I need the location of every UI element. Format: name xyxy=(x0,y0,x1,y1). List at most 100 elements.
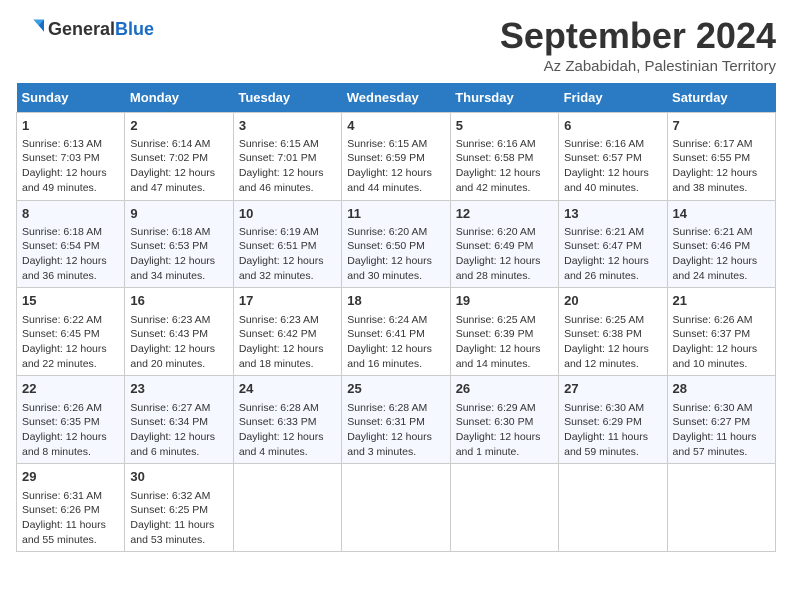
calendar-cell xyxy=(342,464,450,552)
col-header-sunday: Sunday xyxy=(17,83,125,113)
day-info: Sunrise: 6:16 AM Sunset: 6:58 PM Dayligh… xyxy=(456,137,553,196)
day-number: 8 xyxy=(22,205,119,223)
calendar-cell: 13 Sunrise: 6:21 AM Sunset: 6:47 PM Dayli… xyxy=(559,200,667,288)
generalblue-logo-icon xyxy=(16,16,44,44)
calendar-cell: 25 Sunrise: 6:28 AM Sunset: 6:31 PM Dayli… xyxy=(342,376,450,464)
day-number: 17 xyxy=(239,292,336,310)
day-info: Sunrise: 6:17 AM Sunset: 6:55 PM Dayligh… xyxy=(673,137,770,196)
day-info: Sunrise: 6:30 AM Sunset: 6:27 PM Dayligh… xyxy=(673,401,770,460)
day-info: Sunrise: 6:28 AM Sunset: 6:33 PM Dayligh… xyxy=(239,401,336,460)
calendar-cell: 24Sunrise: 6:28 AM Sunset: 6:33 PM Dayli… xyxy=(233,376,341,464)
day-number: 22 xyxy=(22,380,119,398)
calendar-cell xyxy=(667,464,775,552)
calendar-cell: 18 Sunrise: 6:24 AM Sunset: 6:41 PM Dayli… xyxy=(342,288,450,376)
day-number: 30 xyxy=(130,468,227,486)
calendar-cell: 21Sunrise: 6:26 AM Sunset: 6:37 PM Dayli… xyxy=(667,288,775,376)
logo-general: General xyxy=(48,19,115,39)
day-number: 25 xyxy=(347,380,444,398)
calendar-cell: 4 Sunrise: 6:15 AM Sunset: 6:59 PM Daylig… xyxy=(342,112,450,200)
day-info: Sunrise: 6:20 AM Sunset: 6:49 PM Dayligh… xyxy=(456,225,553,284)
col-header-friday: Friday xyxy=(559,83,667,113)
day-number: 13 xyxy=(564,205,661,223)
day-info: Sunrise: 6:19 AM Sunset: 6:51 PM Dayligh… xyxy=(239,225,336,284)
day-info: Sunrise: 6:14 AM Sunset: 7:02 PM Dayligh… xyxy=(130,137,227,196)
day-info: Sunrise: 6:16 AM Sunset: 6:57 PM Dayligh… xyxy=(564,137,661,196)
calendar-cell: 27 Sunrise: 6:30 AM Sunset: 6:29 PM Dayli… xyxy=(559,376,667,464)
day-info: Sunrise: 6:21 AM Sunset: 6:47 PM Dayligh… xyxy=(564,225,661,284)
day-number: 6 xyxy=(564,117,661,135)
day-info: Sunrise: 6:30 AM Sunset: 6:29 PM Dayligh… xyxy=(564,401,661,460)
day-info: Sunrise: 6:23 AM Sunset: 6:42 PM Dayligh… xyxy=(239,313,336,372)
day-info: Sunrise: 6:27 AM Sunset: 6:34 PM Dayligh… xyxy=(130,401,227,460)
day-number: 3 xyxy=(239,117,336,135)
day-info: Sunrise: 6:18 AM Sunset: 6:54 PM Dayligh… xyxy=(22,225,119,284)
day-number: 9 xyxy=(130,205,227,223)
day-number: 21 xyxy=(673,292,770,310)
calendar-cell: 22Sunrise: 6:26 AM Sunset: 6:35 PM Dayli… xyxy=(17,376,125,464)
day-info: Sunrise: 6:18 AM Sunset: 6:53 PM Dayligh… xyxy=(130,225,227,284)
title-area: September 2024 Az Zababidah, Palestinian… xyxy=(500,16,776,75)
day-info: Sunrise: 6:32 AM Sunset: 6:25 PM Dayligh… xyxy=(130,489,227,548)
calendar-cell: 10 Sunrise: 6:19 AM Sunset: 6:51 PM Dayli… xyxy=(233,200,341,288)
day-number: 15 xyxy=(22,292,119,310)
calendar-cell xyxy=(559,464,667,552)
col-header-thursday: Thursday xyxy=(450,83,558,113)
calendar-cell: 17 Sunrise: 6:23 AM Sunset: 6:42 PM Dayli… xyxy=(233,288,341,376)
day-number: 27 xyxy=(564,380,661,398)
day-number: 19 xyxy=(456,292,553,310)
day-number: 28 xyxy=(673,380,770,398)
logo: GeneralBlue xyxy=(16,16,154,44)
day-info: Sunrise: 6:23 AM Sunset: 6:43 PM Dayligh… xyxy=(130,313,227,372)
day-number: 14 xyxy=(673,205,770,223)
calendar-cell: 19 Sunrise: 6:25 AM Sunset: 6:39 PM Dayli… xyxy=(450,288,558,376)
day-info: Sunrise: 6:15 AM Sunset: 7:01 PM Dayligh… xyxy=(239,137,336,196)
calendar-cell: 2Sunrise: 6:14 AM Sunset: 7:02 PM Daylig… xyxy=(125,112,233,200)
calendar-cell: 9 Sunrise: 6:18 AM Sunset: 6:53 PM Daylig… xyxy=(125,200,233,288)
calendar-cell: 12 Sunrise: 6:20 AM Sunset: 6:49 PM Dayli… xyxy=(450,200,558,288)
day-info: Sunrise: 6:25 AM Sunset: 6:39 PM Dayligh… xyxy=(456,313,553,372)
calendar-cell: 20Sunrise: 6:25 AM Sunset: 6:38 PM Dayli… xyxy=(559,288,667,376)
day-number: 10 xyxy=(239,205,336,223)
calendar-table: SundayMondayTuesdayWednesdayThursdayFrid… xyxy=(16,83,776,553)
day-info: Sunrise: 6:21 AM Sunset: 6:46 PM Dayligh… xyxy=(673,225,770,284)
month-title: September 2024 xyxy=(500,16,776,56)
day-info: Sunrise: 6:25 AM Sunset: 6:38 PM Dayligh… xyxy=(564,313,661,372)
calendar-cell: 23 Sunrise: 6:27 AM Sunset: 6:34 PM Dayli… xyxy=(125,376,233,464)
col-header-tuesday: Tuesday xyxy=(233,83,341,113)
day-info: Sunrise: 6:20 AM Sunset: 6:50 PM Dayligh… xyxy=(347,225,444,284)
day-info: Sunrise: 6:28 AM Sunset: 6:31 PM Dayligh… xyxy=(347,401,444,460)
header: GeneralBlue September 2024 Az Zababidah,… xyxy=(16,16,776,75)
location-subtitle: Az Zababidah, Palestinian Territory xyxy=(500,58,776,75)
day-info: Sunrise: 6:24 AM Sunset: 6:41 PM Dayligh… xyxy=(347,313,444,372)
calendar-cell: 29Sunrise: 6:31 AM Sunset: 6:26 PM Dayli… xyxy=(17,464,125,552)
calendar-cell: 7 Sunrise: 6:17 AM Sunset: 6:55 PM Daylig… xyxy=(667,112,775,200)
calendar-cell: 14 Sunrise: 6:21 AM Sunset: 6:46 PM Dayli… xyxy=(667,200,775,288)
day-number: 18 xyxy=(347,292,444,310)
calendar-cell: 1Sunrise: 6:13 AM Sunset: 7:03 PM Daylig… xyxy=(17,112,125,200)
logo-blue: Blue xyxy=(115,19,154,39)
calendar-cell: 28 Sunrise: 6:30 AM Sunset: 6:27 PM Dayli… xyxy=(667,376,775,464)
logo-text: GeneralBlue xyxy=(48,20,154,40)
calendar-cell: 16Sunrise: 6:23 AM Sunset: 6:43 PM Dayli… xyxy=(125,288,233,376)
col-header-wednesday: Wednesday xyxy=(342,83,450,113)
day-number: 5 xyxy=(456,117,553,135)
day-number: 12 xyxy=(456,205,553,223)
day-number: 7 xyxy=(673,117,770,135)
day-number: 23 xyxy=(130,380,227,398)
calendar-cell: 11Sunrise: 6:20 AM Sunset: 6:50 PM Dayli… xyxy=(342,200,450,288)
col-header-monday: Monday xyxy=(125,83,233,113)
calendar-cell xyxy=(233,464,341,552)
day-info: Sunrise: 6:13 AM Sunset: 7:03 PM Dayligh… xyxy=(22,137,119,196)
day-info: Sunrise: 6:22 AM Sunset: 6:45 PM Dayligh… xyxy=(22,313,119,372)
day-info: Sunrise: 6:29 AM Sunset: 6:30 PM Dayligh… xyxy=(456,401,553,460)
calendar-cell: 15 Sunrise: 6:22 AM Sunset: 6:45 PM Dayli… xyxy=(17,288,125,376)
day-number: 26 xyxy=(456,380,553,398)
calendar-cell xyxy=(450,464,558,552)
col-header-saturday: Saturday xyxy=(667,83,775,113)
calendar-cell: 8 Sunrise: 6:18 AM Sunset: 6:54 PM Daylig… xyxy=(17,200,125,288)
calendar-cell: 6 Sunrise: 6:16 AM Sunset: 6:57 PM Daylig… xyxy=(559,112,667,200)
day-info: Sunrise: 6:15 AM Sunset: 6:59 PM Dayligh… xyxy=(347,137,444,196)
day-number: 4 xyxy=(347,117,444,135)
day-info: Sunrise: 6:31 AM Sunset: 6:26 PM Dayligh… xyxy=(22,489,119,548)
calendar-cell: 26 Sunrise: 6:29 AM Sunset: 6:30 PM Dayli… xyxy=(450,376,558,464)
